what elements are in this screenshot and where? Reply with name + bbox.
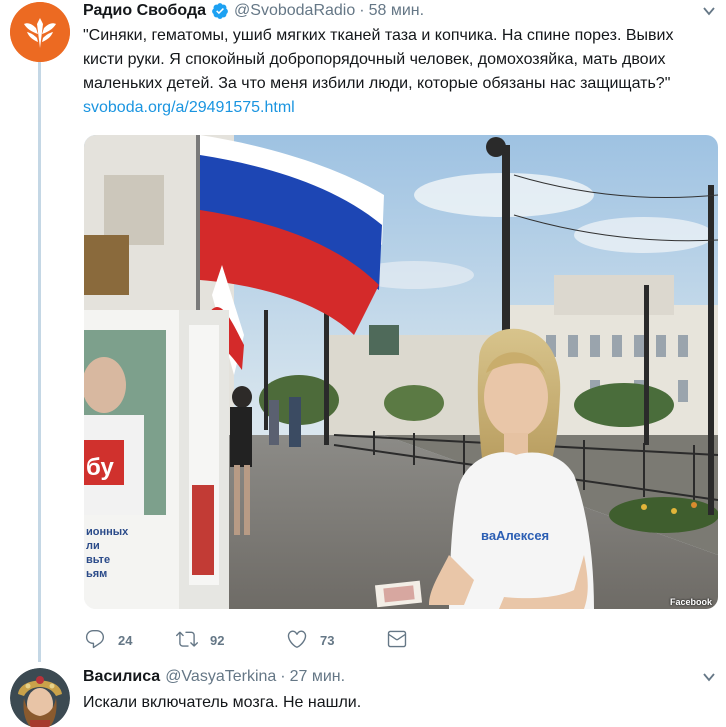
poster-line-2: ли	[86, 540, 100, 552]
reply-button[interactable]: 24	[84, 628, 176, 653]
reply-icon	[84, 628, 106, 653]
poster-line-4: ьям	[86, 568, 107, 580]
tshirt-text: ваАлексея	[481, 528, 549, 543]
like-button[interactable]: 73	[286, 628, 386, 653]
tweet[interactable]: Радио Свобода @SvobodaRadio · 58 мин. "С…	[0, 0, 726, 662]
tweet-link[interactable]: svoboda.org/a/29491575.html	[83, 99, 295, 116]
like-count: 73	[320, 632, 335, 648]
dm-icon	[386, 628, 408, 653]
poster-line-3: вьте	[86, 554, 110, 566]
separator-dot: ·	[280, 668, 286, 685]
caret-icon[interactable]	[702, 670, 716, 684]
like-icon	[286, 628, 308, 653]
author-name[interactable]: Радио Свобода	[83, 2, 206, 20]
tweet-actions: 24 92 73	[84, 628, 408, 652]
avatar-svoboda[interactable]	[10, 2, 70, 62]
tweet-body: "Синяки, гематомы, ушиб мягких тканей та…	[83, 27, 674, 92]
dm-button[interactable]	[386, 628, 408, 653]
tweet-photo[interactable]: бу ионных ли вьте ьям ваАлексея Facebook	[84, 135, 718, 609]
poster-text: бу	[86, 454, 115, 481]
separator-dot: ·	[359, 2, 365, 19]
tweet-timestamp[interactable]: 58 мин.	[369, 2, 424, 20]
retweet-button[interactable]: 92	[176, 628, 286, 653]
reply-timestamp[interactable]: 27 мин.	[290, 668, 345, 686]
author-handle[interactable]: @SvobodaRadio	[234, 2, 355, 20]
reply-author-name[interactable]: Василиса	[83, 668, 160, 686]
reply-text: Искали включатель мозга. Не нашли.	[83, 694, 362, 711]
reply-tweet[interactable]: Василиса @VasyaTerkina · 27 мин. Искали …	[0, 662, 726, 727]
caret-icon[interactable]	[702, 4, 716, 18]
tweet-text: "Синяки, гематомы, ушиб мягких тканей та…	[83, 24, 715, 120]
reply-header: Василиса @VasyaTerkina · 27 мин.	[83, 666, 345, 688]
retweet-icon	[176, 628, 198, 653]
tweet-header: Радио Свобода @SvobodaRadio · 58 мин.	[83, 0, 424, 22]
poster-line-1: ионных	[86, 526, 129, 538]
reply-count: 24	[118, 632, 133, 648]
reply-author-handle[interactable]: @VasyaTerkina	[165, 668, 276, 686]
photo-source-badge: Facebook	[669, 597, 712, 607]
avatar-vasyaterkina[interactable]	[10, 668, 70, 727]
retweet-count: 92	[210, 632, 225, 648]
verified-icon	[211, 2, 229, 20]
